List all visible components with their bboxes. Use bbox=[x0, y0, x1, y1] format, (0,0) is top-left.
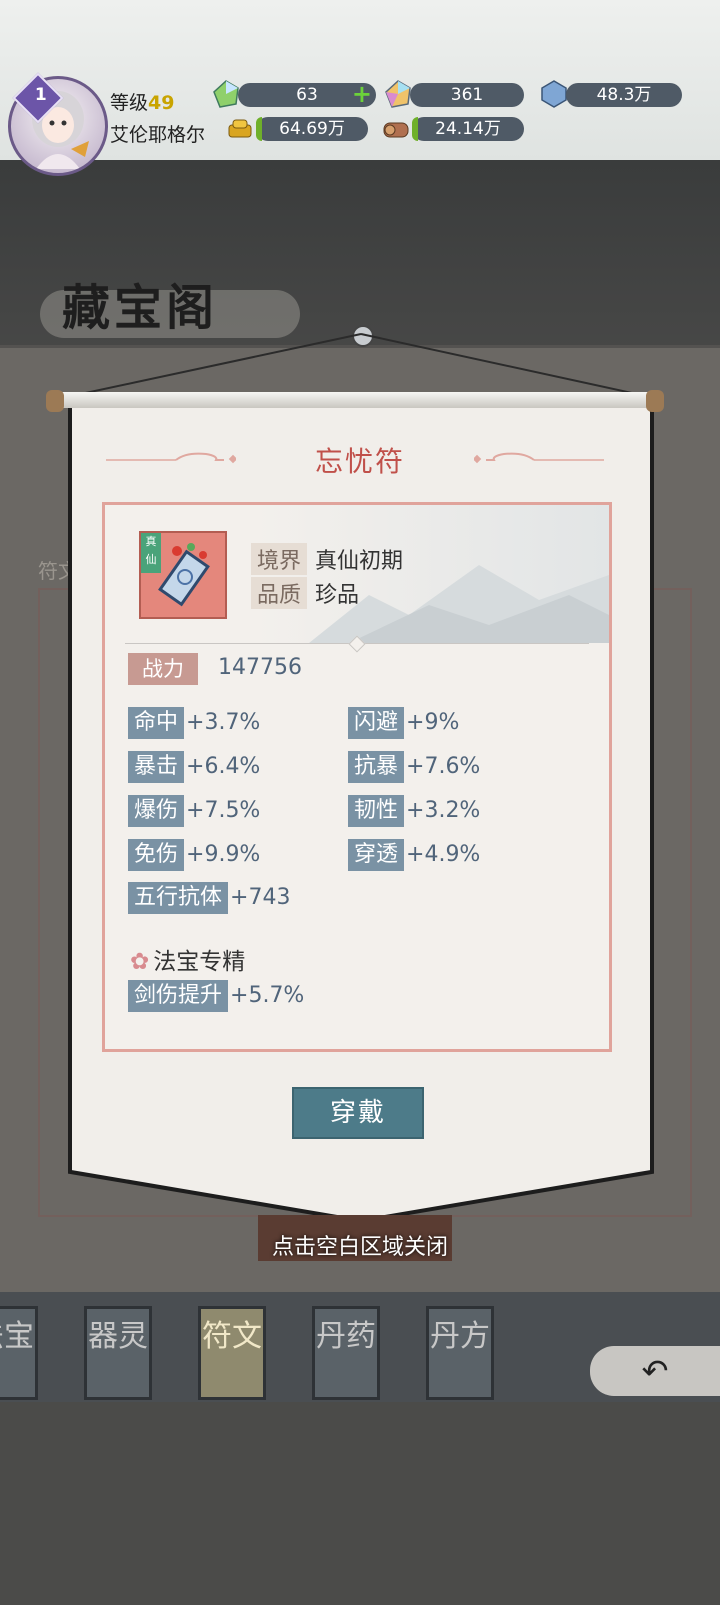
tab-fuwen[interactable]: 符文 bbox=[198, 1306, 266, 1400]
info-key: 境界 bbox=[251, 543, 308, 575]
talisman-icon bbox=[158, 543, 210, 607]
stat-key: 爆伤 bbox=[128, 795, 185, 827]
stat-row: 抗暴 +7.6% bbox=[348, 751, 480, 783]
stat-row: 穿透 +4.9% bbox=[348, 839, 480, 871]
title-ornament-right-icon bbox=[474, 452, 604, 464]
stat-row: 闪避 +9% bbox=[348, 707, 459, 739]
close-hint: 点击空白区域关闭 bbox=[271, 1235, 448, 1260]
info-row-realm: 境界 真仙初期 bbox=[251, 543, 403, 575]
tab-label: 器灵 bbox=[88, 1319, 148, 1354]
back-button[interactable]: ↶ bbox=[590, 1346, 720, 1396]
tab-label: 丹药 bbox=[316, 1319, 376, 1354]
spec-section-title: ✿ 法宝专精 bbox=[130, 942, 245, 976]
power-value: 147756 bbox=[218, 655, 302, 680]
info-key: 品质 bbox=[251, 577, 308, 609]
tab-qiling[interactable]: 器灵 bbox=[84, 1306, 152, 1400]
tab-fabao[interactable]: 法宝 bbox=[0, 1306, 38, 1400]
stat-row: 五行抗体 +743 bbox=[128, 882, 290, 914]
stat-row: 免伤 +9.9% bbox=[128, 839, 260, 871]
stat-value: +9.9% bbox=[186, 842, 261, 867]
stat-key: 韧性 bbox=[348, 795, 405, 827]
stat-key: 暴击 bbox=[128, 751, 185, 783]
equip-button[interactable]: 穿戴 bbox=[292, 1087, 424, 1139]
spec-stat-row: 剑伤提升 +5.7% bbox=[128, 980, 304, 1012]
stat-key: 命中 bbox=[128, 707, 185, 739]
stat-value: +7.5% bbox=[186, 798, 261, 823]
tab-danfang[interactable]: 丹方 bbox=[426, 1306, 494, 1400]
stat-row: 命中 +3.7% bbox=[128, 707, 260, 739]
stat-value: +6.4% bbox=[186, 754, 261, 779]
stat-key: 穿透 bbox=[348, 839, 405, 871]
tab-danyao[interactable]: 丹药 bbox=[312, 1306, 380, 1400]
info-value: 真仙初期 bbox=[315, 549, 404, 574]
item-name-title: 忘忧符 bbox=[314, 445, 405, 478]
tab-label: 符文 bbox=[202, 1319, 262, 1354]
stat-key: 五行抗体 bbox=[128, 882, 229, 914]
stat-value: +7.6% bbox=[406, 754, 481, 779]
scroll-rod-cap-left bbox=[46, 390, 64, 412]
scroll-rod-cap-right bbox=[646, 390, 664, 412]
stat-value: +5.7% bbox=[230, 983, 305, 1008]
stat-row: 暴击 +6.4% bbox=[128, 751, 260, 783]
scroll-rod bbox=[52, 392, 662, 408]
item-icon[interactable]: 真仙 bbox=[139, 531, 227, 619]
info-row-quality: 品质 珍品 bbox=[251, 577, 359, 609]
stat-value: +743 bbox=[230, 885, 291, 910]
tab-label: 法宝 bbox=[0, 1319, 34, 1354]
stat-row: 韧性 +3.2% bbox=[348, 795, 480, 827]
tab-label: 丹方 bbox=[430, 1319, 490, 1354]
stat-key: 免伤 bbox=[128, 839, 185, 871]
back-arrow-icon: ↶ bbox=[641, 1352, 669, 1390]
stat-value: +9% bbox=[406, 710, 460, 735]
stat-key: 抗暴 bbox=[348, 751, 405, 783]
flower-icon: ✿ bbox=[130, 949, 150, 975]
stat-value: +4.9% bbox=[406, 842, 481, 867]
power-label: 战力 bbox=[128, 653, 198, 685]
stat-key: 剑伤提升 bbox=[128, 980, 229, 1012]
stat-row: 爆伤 +7.5% bbox=[128, 795, 260, 827]
stat-key: 闪避 bbox=[348, 707, 405, 739]
stat-value: +3.7% bbox=[186, 710, 261, 735]
spec-title-text: 法宝专精 bbox=[153, 949, 246, 975]
scroll-strings bbox=[61, 333, 656, 399]
info-value: 珍品 bbox=[315, 583, 360, 608]
stat-value: +3.2% bbox=[406, 798, 481, 823]
